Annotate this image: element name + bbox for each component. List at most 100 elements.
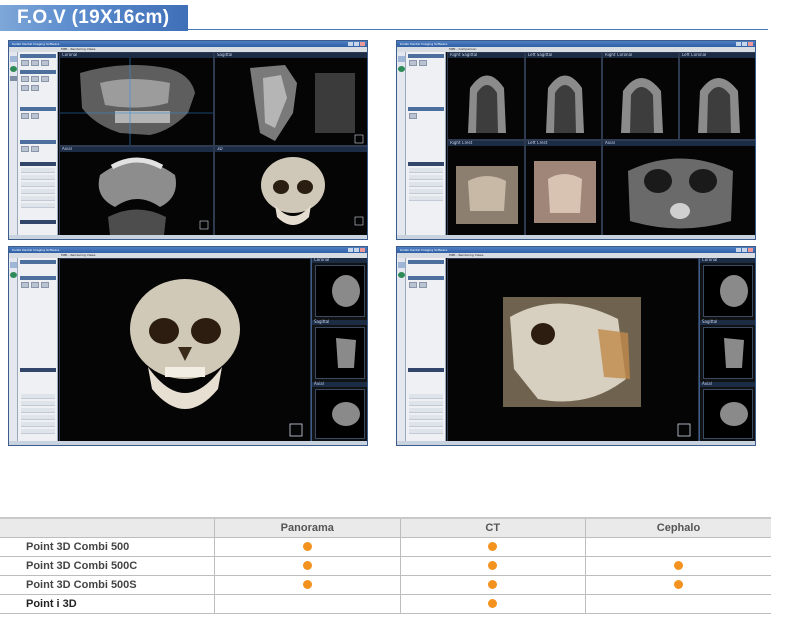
patient-icon[interactable] — [398, 262, 405, 268]
nerve-icon[interactable] — [31, 146, 39, 152]
circle-icon[interactable] — [31, 113, 39, 119]
angle-tool-icon[interactable] — [31, 282, 39, 288]
next-icon[interactable] — [10, 76, 17, 81]
viewport-right-crest[interactable]: Right Crest — [447, 140, 525, 237]
view-option-zoom[interactable] — [409, 175, 443, 180]
pan-tool-icon[interactable] — [31, 60, 39, 66]
minimize-icon[interactable] — [348, 248, 353, 252]
view-option-print[interactable] — [409, 196, 443, 201]
annotate-tool-icon[interactable] — [41, 76, 49, 82]
minimize-icon[interactable] — [348, 42, 353, 46]
supported-dot-icon — [673, 580, 683, 590]
thumb-coronal[interactable] — [315, 265, 365, 317]
view-option-reset[interactable] — [21, 415, 55, 420]
condyle-image — [621, 78, 663, 133]
ruler-icon[interactable] — [409, 113, 417, 119]
close-icon[interactable] — [360, 42, 365, 46]
close-icon[interactable] — [748, 248, 753, 252]
condyle-image — [698, 78, 740, 133]
close-icon[interactable] — [748, 42, 753, 46]
view-option-print[interactable] — [21, 422, 55, 427]
viewport-coronal[interactable]: Coronal — [59, 52, 214, 146]
contrast-tool-icon[interactable] — [21, 85, 29, 91]
pan-tool-icon[interactable] — [419, 60, 427, 66]
view-option-snapshot[interactable] — [21, 203, 55, 208]
view-option-3d[interactable] — [409, 182, 443, 187]
view-option-3d[interactable] — [21, 408, 55, 413]
globe-icon[interactable] — [10, 66, 17, 72]
thumb-sagittal[interactable] — [315, 327, 365, 379]
thumb-axial[interactable] — [703, 389, 753, 439]
zoom-tool-icon[interactable] — [21, 60, 29, 66]
viewport-right-sagittal[interactable]: Right Sagittal — [447, 52, 525, 140]
patient-icon[interactable] — [398, 56, 405, 62]
window-title: Kodak Dental Imaging Software — [12, 248, 60, 252]
cephalo-cell — [584, 536, 771, 557]
tab-label[interactable]: MPR - Rendering Views — [61, 253, 95, 257]
implant-icon[interactable] — [21, 146, 29, 152]
globe-icon[interactable] — [10, 272, 17, 278]
cephalo-cell — [584, 593, 771, 614]
viewport-left-crest[interactable]: Left Crest — [525, 140, 602, 237]
viewport-label: Sagittal — [314, 319, 330, 324]
view-option-3d[interactable] — [409, 408, 443, 413]
brightness-tool-icon[interactable] — [31, 85, 39, 91]
measure-tool-icon[interactable] — [21, 76, 29, 82]
measure-tool-icon[interactable] — [21, 282, 29, 288]
viewport-3d[interactable] — [447, 258, 699, 443]
view-option-zoom[interactable] — [409, 401, 443, 406]
implant-header — [20, 140, 56, 144]
close-icon[interactable] — [360, 248, 365, 252]
view-option-zoom[interactable] — [21, 175, 55, 180]
view-option-mpr[interactable] — [409, 394, 443, 399]
general-header — [408, 276, 444, 280]
view-option-mpr[interactable] — [21, 168, 55, 173]
globe-icon[interactable] — [398, 272, 405, 278]
globe-icon[interactable] — [398, 66, 405, 72]
viewport-axial[interactable]: Axial — [59, 146, 214, 237]
ruler-icon[interactable] — [21, 113, 29, 119]
view-option-print[interactable] — [409, 422, 443, 427]
angle-tool-icon[interactable] — [31, 76, 39, 82]
maximize-icon[interactable] — [742, 248, 747, 252]
minimize-icon[interactable] — [736, 248, 741, 252]
maximize-icon[interactable] — [742, 42, 747, 46]
view-option-3d[interactable] — [21, 182, 55, 187]
thumb-sagittal[interactable] — [703, 327, 753, 379]
viewport-right-coronal[interactable]: Right Coronal — [602, 52, 679, 140]
view-option-reset[interactable] — [21, 189, 55, 194]
thumb-axial[interactable] — [315, 389, 365, 439]
viewport-sagittal[interactable]: Sagittal — [214, 52, 367, 146]
coronal-slice-image — [60, 58, 213, 145]
view-option-snapshot[interactable] — [409, 429, 443, 434]
viewport-left-coronal[interactable]: Left Coronal — [679, 52, 755, 140]
viewport-left-sagittal[interactable]: Left Sagittal — [525, 52, 602, 140]
view-option-zoom[interactable] — [21, 401, 55, 406]
viewport-3d[interactable] — [59, 258, 311, 443]
tab-label[interactable]: MPR - Rendering Views — [61, 47, 95, 51]
patient-icon[interactable] — [10, 262, 17, 268]
status-bar — [397, 441, 755, 445]
view-option-reset[interactable] — [409, 189, 443, 194]
viewport-header: Axial — [312, 381, 367, 387]
viewport-axial[interactable]: Axial — [602, 140, 755, 237]
angle-tool-icon[interactable] — [419, 282, 427, 288]
annotate-tool-icon[interactable] — [41, 282, 49, 288]
panorama-cell — [214, 593, 401, 614]
view-option-mpr[interactable] — [409, 168, 443, 173]
maximize-icon[interactable] — [354, 248, 359, 252]
zoom-tool-icon[interactable] — [409, 60, 417, 66]
measure-tool-icon[interactable] — [409, 282, 417, 288]
maximize-icon[interactable] — [354, 42, 359, 46]
rotate-tool-icon[interactable] — [41, 60, 49, 66]
viewport-3d[interactable]: 3D — [214, 146, 367, 237]
minimize-icon[interactable] — [736, 42, 741, 46]
tab-label[interactable]: MPR - Rendering Views — [449, 253, 483, 257]
view-option-mpr[interactable] — [21, 394, 55, 399]
tab-label[interactable]: MPR - Comparison — [449, 47, 476, 51]
view-option-reset[interactable] — [409, 415, 443, 420]
patient-icon[interactable] — [10, 56, 17, 62]
view-option-print[interactable] — [21, 196, 55, 201]
thumb-coronal[interactable] — [703, 265, 753, 317]
view-option-snapshot[interactable] — [21, 429, 55, 434]
